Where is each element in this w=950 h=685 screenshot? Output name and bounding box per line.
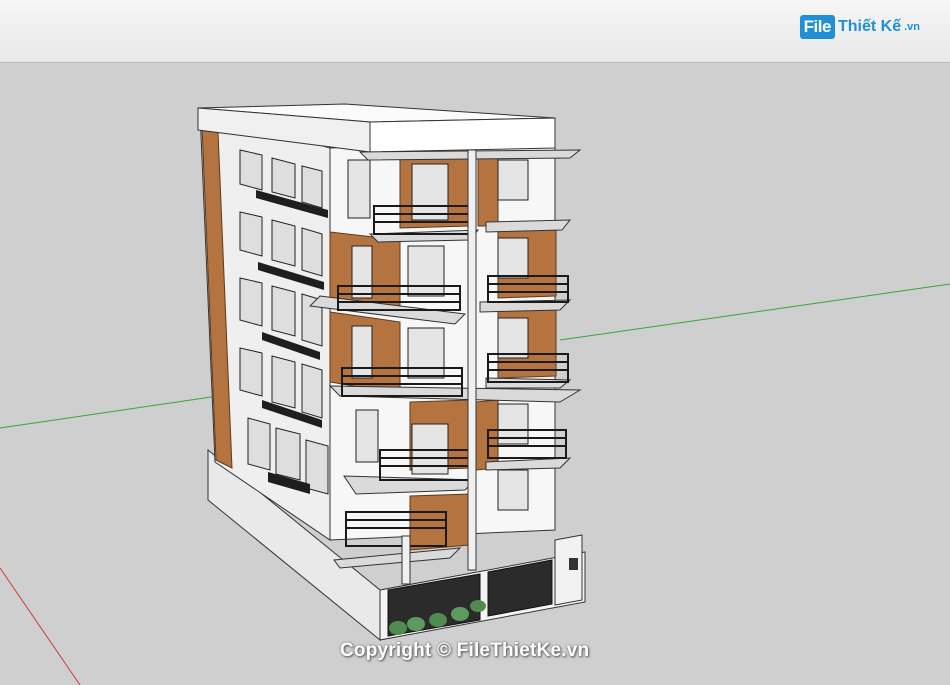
red-axis bbox=[0, 567, 81, 685]
brand-mark: File bbox=[799, 15, 835, 39]
building-model[interactable] bbox=[197, 103, 586, 642]
roof-parapet-front bbox=[369, 117, 556, 153]
green-axis-right bbox=[559, 283, 950, 341]
scene-canvas[interactable] bbox=[0, 63, 950, 685]
toolbar: File Thiết Kế .vn bbox=[0, 0, 950, 63]
model-viewport[interactable]: Copyright © FileThietKe.vn bbox=[0, 63, 950, 685]
brand-name: Thiết Kế bbox=[837, 18, 902, 35]
mailbox bbox=[569, 558, 578, 570]
copyright-watermark: Copyright © FileThietKe.vn bbox=[340, 640, 590, 661]
brand-logo[interactable]: File Thiết Kế .vn bbox=[799, 12, 920, 42]
brand-ext: .vn bbox=[904, 21, 920, 33]
green-axis-left bbox=[0, 395, 219, 429]
